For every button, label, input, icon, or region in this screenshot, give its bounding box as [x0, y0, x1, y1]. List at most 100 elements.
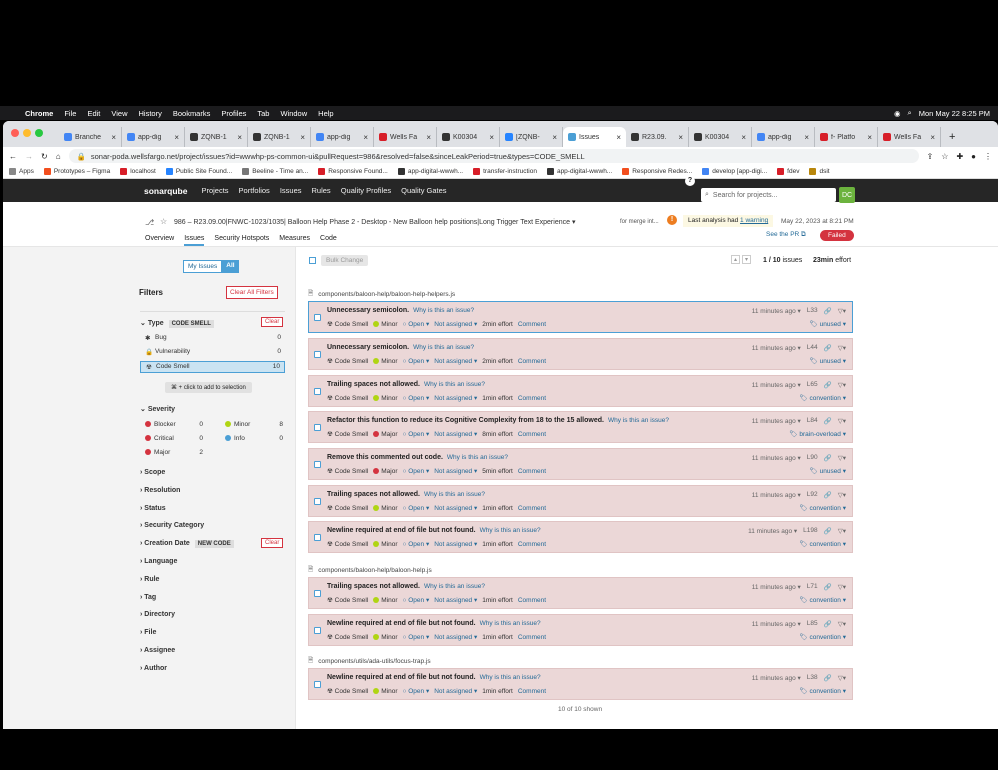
- issue-tags[interactable]: 🏷 convention ▾: [799, 540, 846, 548]
- why-link[interactable]: Why is this an issue?: [447, 454, 508, 461]
- close-tab-icon[interactable]: ×: [804, 133, 809, 142]
- severity-facet-major[interactable]: Major 2: [145, 449, 203, 456]
- nav-issues[interactable]: Issues: [280, 186, 302, 195]
- issue-severity[interactable]: Minor: [373, 634, 398, 641]
- permalink-icon[interactable]: 🔗: [824, 620, 832, 628]
- browser-tab[interactable]: f- Platfo ×: [815, 127, 878, 147]
- issue-status[interactable]: ○ Open ▾: [403, 596, 430, 604]
- browser-tab[interactable]: [ZQNB- ×: [500, 127, 563, 147]
- issue-tags[interactable]: 🏷 unused ▾: [810, 357, 846, 365]
- issue-line[interactable]: L198: [803, 527, 817, 535]
- bookmark-item[interactable]: transfer-instruction: [473, 168, 537, 175]
- tag-facet-header[interactable]: › Tag: [140, 594, 156, 601]
- severity-facet-minor[interactable]: Minor 8: [225, 421, 283, 428]
- bookmark-item[interactable]: localhost: [120, 168, 156, 175]
- close-tab-icon[interactable]: ×: [363, 133, 368, 142]
- issue-tags[interactable]: 🏷 convention ▾: [799, 596, 846, 604]
- why-link[interactable]: Why is this an issue?: [413, 307, 474, 314]
- menu-app-name[interactable]: Chrome: [25, 109, 53, 118]
- bookmark-item[interactable]: Responsive Found...: [318, 168, 388, 175]
- issue-message[interactable]: Unnecessary semicolon. Why is this an iss…: [327, 344, 474, 351]
- issue-checkbox[interactable]: [314, 498, 321, 505]
- issue-assignee[interactable]: Not assigned ▾: [434, 430, 477, 438]
- issue-status[interactable]: ○ Open ▾: [403, 320, 430, 328]
- issue-line[interactable]: L38: [807, 674, 818, 682]
- issue-time[interactable]: 11 minutes ago ▾: [752, 674, 801, 682]
- browser-tab[interactable]: app-dig ×: [752, 127, 815, 147]
- issue-line[interactable]: L65: [807, 381, 818, 389]
- bookmark-item[interactable]: Public Site Found...: [165, 168, 232, 175]
- filter-icon[interactable]: ▽▾: [838, 674, 846, 682]
- comment-link[interactable]: Comment: [518, 505, 546, 512]
- issue-time[interactable]: 11 minutes ago ▾: [752, 344, 801, 352]
- issue-checkbox[interactable]: [314, 388, 321, 395]
- filter-icon[interactable]: ▽▾: [838, 527, 846, 535]
- filter-icon[interactable]: ▽▾: [838, 620, 846, 628]
- close-tab-icon[interactable]: ×: [237, 133, 242, 142]
- comment-link[interactable]: Comment: [518, 688, 546, 695]
- issue-checkbox[interactable]: [314, 590, 321, 597]
- clear-type-button[interactable]: Clear: [261, 317, 284, 327]
- bookmark-item[interactable]: Apps: [9, 168, 34, 175]
- why-link[interactable]: Why is this an issue?: [424, 491, 485, 498]
- file-path[interactable]: components/baloon-help/baloon-help-helpe…: [318, 291, 455, 298]
- directory-facet-header[interactable]: › Directory: [140, 611, 175, 618]
- menu-window[interactable]: Window: [280, 109, 307, 118]
- browser-tab[interactable]: Wells Fa ×: [374, 127, 437, 147]
- close-tab-icon[interactable]: ×: [930, 133, 935, 142]
- menu-view[interactable]: View: [111, 109, 127, 118]
- security-category-facet-header[interactable]: › Security Category: [140, 522, 204, 529]
- issue-message[interactable]: Newline required at end of file but not …: [327, 620, 541, 627]
- close-tab-icon[interactable]: ×: [489, 133, 494, 142]
- close-tab-icon[interactable]: ×: [616, 133, 621, 142]
- issue-status[interactable]: ○ Open ▾: [403, 430, 430, 438]
- severity-facet-header[interactable]: ⌄ Severity: [140, 405, 175, 413]
- issue-severity[interactable]: Minor: [373, 541, 398, 548]
- scope-facet-header[interactable]: › Scope: [140, 469, 165, 476]
- issue-card[interactable]: Trailing spaces not allowed. Why is this …: [308, 577, 853, 609]
- issue-card[interactable]: Newline required at end of file but not …: [308, 614, 853, 646]
- warning-link[interactable]: 1 warning: [740, 217, 768, 224]
- browser-tab[interactable]: ZQNB-1 ×: [185, 127, 248, 147]
- issue-line[interactable]: L92: [807, 491, 818, 499]
- issue-tags[interactable]: 🏷 convention ▾: [799, 633, 846, 641]
- file-path[interactable]: components/baloon-help/baloon-help.js: [318, 567, 431, 574]
- permalink-icon[interactable]: 🔗: [824, 583, 832, 591]
- close-tab-icon[interactable]: ×: [741, 133, 746, 142]
- issue-severity[interactable]: Minor: [373, 395, 398, 402]
- permalink-icon[interactable]: 🔗: [824, 344, 832, 352]
- help-icon[interactable]: ?: [685, 176, 695, 186]
- share-icon[interactable]: ⇪: [927, 152, 934, 161]
- file-facet-header[interactable]: › File: [140, 629, 156, 636]
- project-tab-overview[interactable]: Overview: [145, 235, 174, 246]
- bookmark-item[interactable]: dsit: [809, 168, 830, 175]
- clear-date-button[interactable]: Clear: [261, 538, 284, 548]
- issue-tags[interactable]: 🏷 unused ▾: [810, 320, 846, 328]
- browser-menu-icon[interactable]: ⋮: [984, 152, 992, 161]
- zoom-window-button[interactable]: [35, 129, 43, 137]
- browser-tab[interactable]: Issues ×: [563, 127, 626, 147]
- issue-card[interactable]: Trailing spaces not allowed. Why is this …: [308, 485, 853, 517]
- issue-status[interactable]: ○ Open ▾: [403, 357, 430, 365]
- issue-card[interactable]: Remove this commented out code. Why is th…: [308, 448, 853, 480]
- project-search-input[interactable]: ⌕ Search for projects...: [701, 188, 836, 202]
- bookmark-item[interactable]: Prototypes – Figma: [43, 168, 110, 175]
- issue-severity[interactable]: Minor: [373, 321, 398, 328]
- clear-all-filters-button[interactable]: Clear All Filters: [226, 286, 278, 299]
- rule-facet-header[interactable]: › Rule: [140, 576, 159, 583]
- issue-message[interactable]: Trailing spaces not allowed. Why is this …: [327, 583, 485, 590]
- issue-assignee[interactable]: Not assigned ▾: [434, 320, 477, 328]
- project-tab-code[interactable]: Code: [320, 235, 337, 246]
- menu-file[interactable]: File: [64, 109, 76, 118]
- issue-assignee[interactable]: Not assigned ▾: [434, 596, 477, 604]
- nav-rules[interactable]: Rules: [312, 186, 331, 195]
- issue-message[interactable]: Unnecessary semicolon. Why is this an iss…: [327, 307, 474, 314]
- issue-tags[interactable]: 🏷 convention ▾: [799, 394, 846, 402]
- issue-time[interactable]: 11 minutes ago ▾: [752, 381, 801, 389]
- creation-date-facet-header[interactable]: › Creation Date NEW CODE: [140, 540, 234, 548]
- comment-link[interactable]: Comment: [518, 597, 546, 604]
- issue-tags[interactable]: 🏷 convention ▾: [799, 687, 846, 695]
- type-facet-vulnerability[interactable]: 🔒 Vulnerability 0: [140, 347, 285, 359]
- next-issue-icon[interactable]: ▾: [742, 255, 752, 264]
- comment-link[interactable]: Comment: [518, 431, 546, 438]
